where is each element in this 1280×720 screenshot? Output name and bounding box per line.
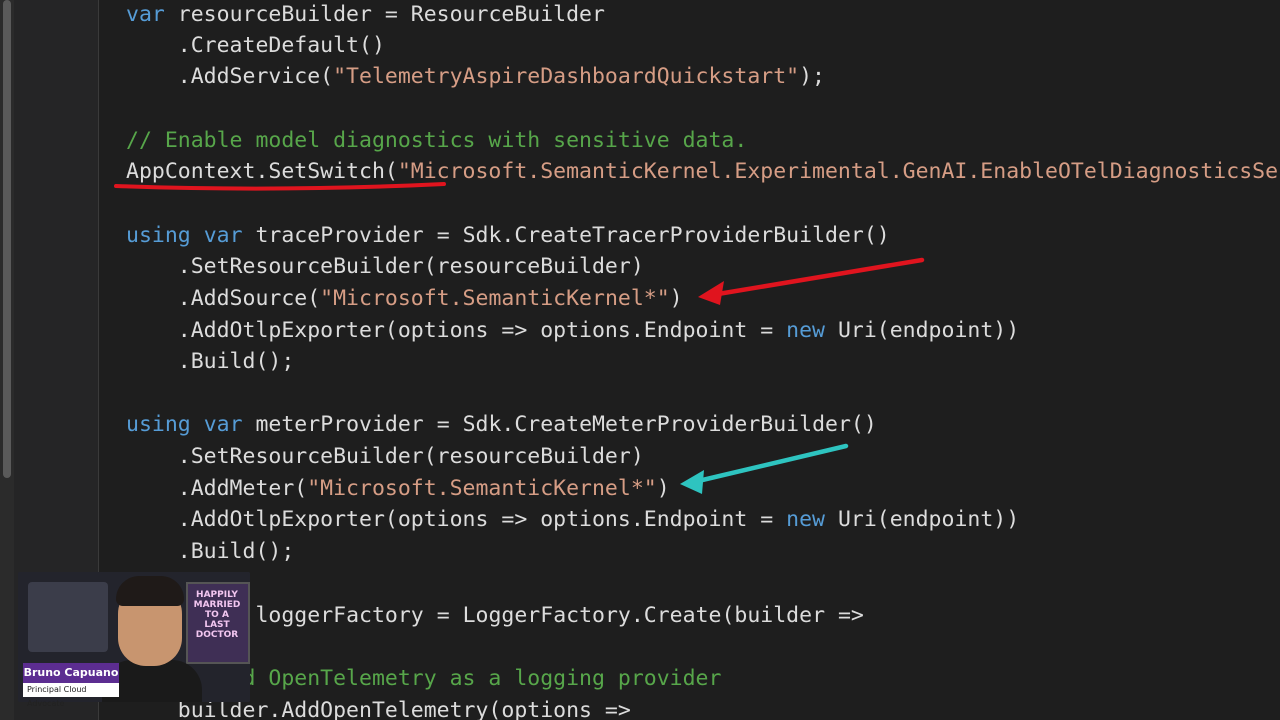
code-token: meterProvider = Sdk.CreateMeterProviderB… — [242, 412, 877, 437]
code-token: .AddOtlpExporter(options => options.Endp… — [126, 507, 787, 532]
code-token: new — [786, 507, 825, 532]
code-line[interactable]: using var meterProvider = Sdk.CreateMete… — [126, 410, 877, 440]
code-line[interactable]: var resourceBuilder = ResourceBuilder — [126, 0, 605, 30]
code-line[interactable]: .AddMeter("Microsoft.SemanticKernel*") — [126, 474, 670, 504]
code-token: .SetResourceBuilder(resourceBuilder) — [126, 444, 644, 469]
code-token: "TelemetryAspireDashboardQuickstart" — [333, 64, 800, 89]
code-token: Uri(endpoint)) — [825, 318, 1020, 343]
scrollbar-thumb[interactable] — [3, 0, 11, 478]
code-token: var — [203, 412, 243, 437]
code-token: "Microsoft.SemanticKernel*" — [307, 476, 657, 501]
code-token: .Build(); — [126, 349, 295, 374]
code-token: resourceBuilder = ResourceBuilder — [164, 2, 605, 27]
code-token: var — [126, 2, 165, 27]
code-token: ); — [799, 64, 825, 89]
code-token: AppContext.SetSwitch( — [126, 159, 398, 184]
code-line[interactable]: .CreateDefault() — [126, 31, 385, 61]
code-line[interactable]: using var traceProvider = Sdk.CreateTrac… — [126, 221, 890, 251]
code-token: new — [786, 318, 825, 343]
code-token: .AddService( — [126, 64, 334, 89]
code-token: loggerFactory = LoggerFactory.Create(bui… — [242, 603, 864, 628]
code-token: .SetResourceBuilder(resourceBuilder) — [126, 254, 644, 279]
code-token: .AddSource( — [126, 286, 321, 311]
code-token: "Microsoft.SemanticKernel*" — [320, 286, 670, 311]
webcam-shelf — [28, 582, 108, 652]
code-line[interactable]: .Build(); — [126, 537, 295, 567]
code-token: ) — [669, 286, 683, 311]
code-line[interactable]: .SetResourceBuilder(resourceBuilder) — [126, 442, 644, 472]
code-token: traceProvider = Sdk.CreateTracerProvider… — [242, 223, 890, 248]
presenter-name-tag: Bruno Capuano — [23, 663, 119, 683]
code-line[interactable]: // Enable model diagnostics with sensiti… — [126, 126, 747, 156]
code-line[interactable]: .AddSource("Microsoft.SemanticKernel*") — [126, 284, 683, 314]
poster-text: HAPPILY MARRIED TO A LAST DOCTOR — [193, 590, 241, 640]
code-token: .Build(); — [126, 539, 295, 564]
code-token: using — [126, 223, 191, 248]
code-line[interactable]: .AddService("TelemetryAspireDashboardQui… — [126, 62, 825, 92]
code-line[interactable]: .Build(); — [126, 347, 295, 377]
left-scrollbar[interactable] — [0, 0, 14, 720]
code-editor[interactable]: var resourceBuilder = ResourceBuilder .C… — [99, 0, 1280, 720]
webcam-poster: HAPPILY MARRIED TO A LAST DOCTOR — [186, 582, 250, 664]
presenter-hair — [116, 576, 184, 606]
code-token: "Microsoft.SemanticKernel.Experimental.G… — [397, 159, 1280, 184]
presenter-title-tag: Principal Cloud Advocate — [23, 683, 119, 708]
code-token: .AddOtlpExporter(options => options.Endp… — [126, 318, 787, 343]
code-token: // Enable model diagnostics with sensiti… — [126, 128, 748, 153]
code-token: .CreateDefault() — [126, 33, 385, 58]
code-line[interactable]: .AddOtlpExporter(options => options.Endp… — [126, 316, 1019, 346]
code-token: var — [203, 223, 243, 248]
code-token: Uri(endpoint)) — [825, 507, 1020, 532]
code-line[interactable]: AppContext.SetSwitch("Microsoft.Semantic… — [126, 157, 1280, 187]
code-token: using — [126, 412, 191, 437]
code-line[interactable]: .AddOtlpExporter(options => options.Endp… — [126, 505, 1019, 535]
code-line[interactable]: .SetResourceBuilder(resourceBuilder) — [126, 252, 644, 282]
code-token: ) — [656, 476, 670, 501]
code-token: .AddMeter( — [126, 476, 308, 501]
